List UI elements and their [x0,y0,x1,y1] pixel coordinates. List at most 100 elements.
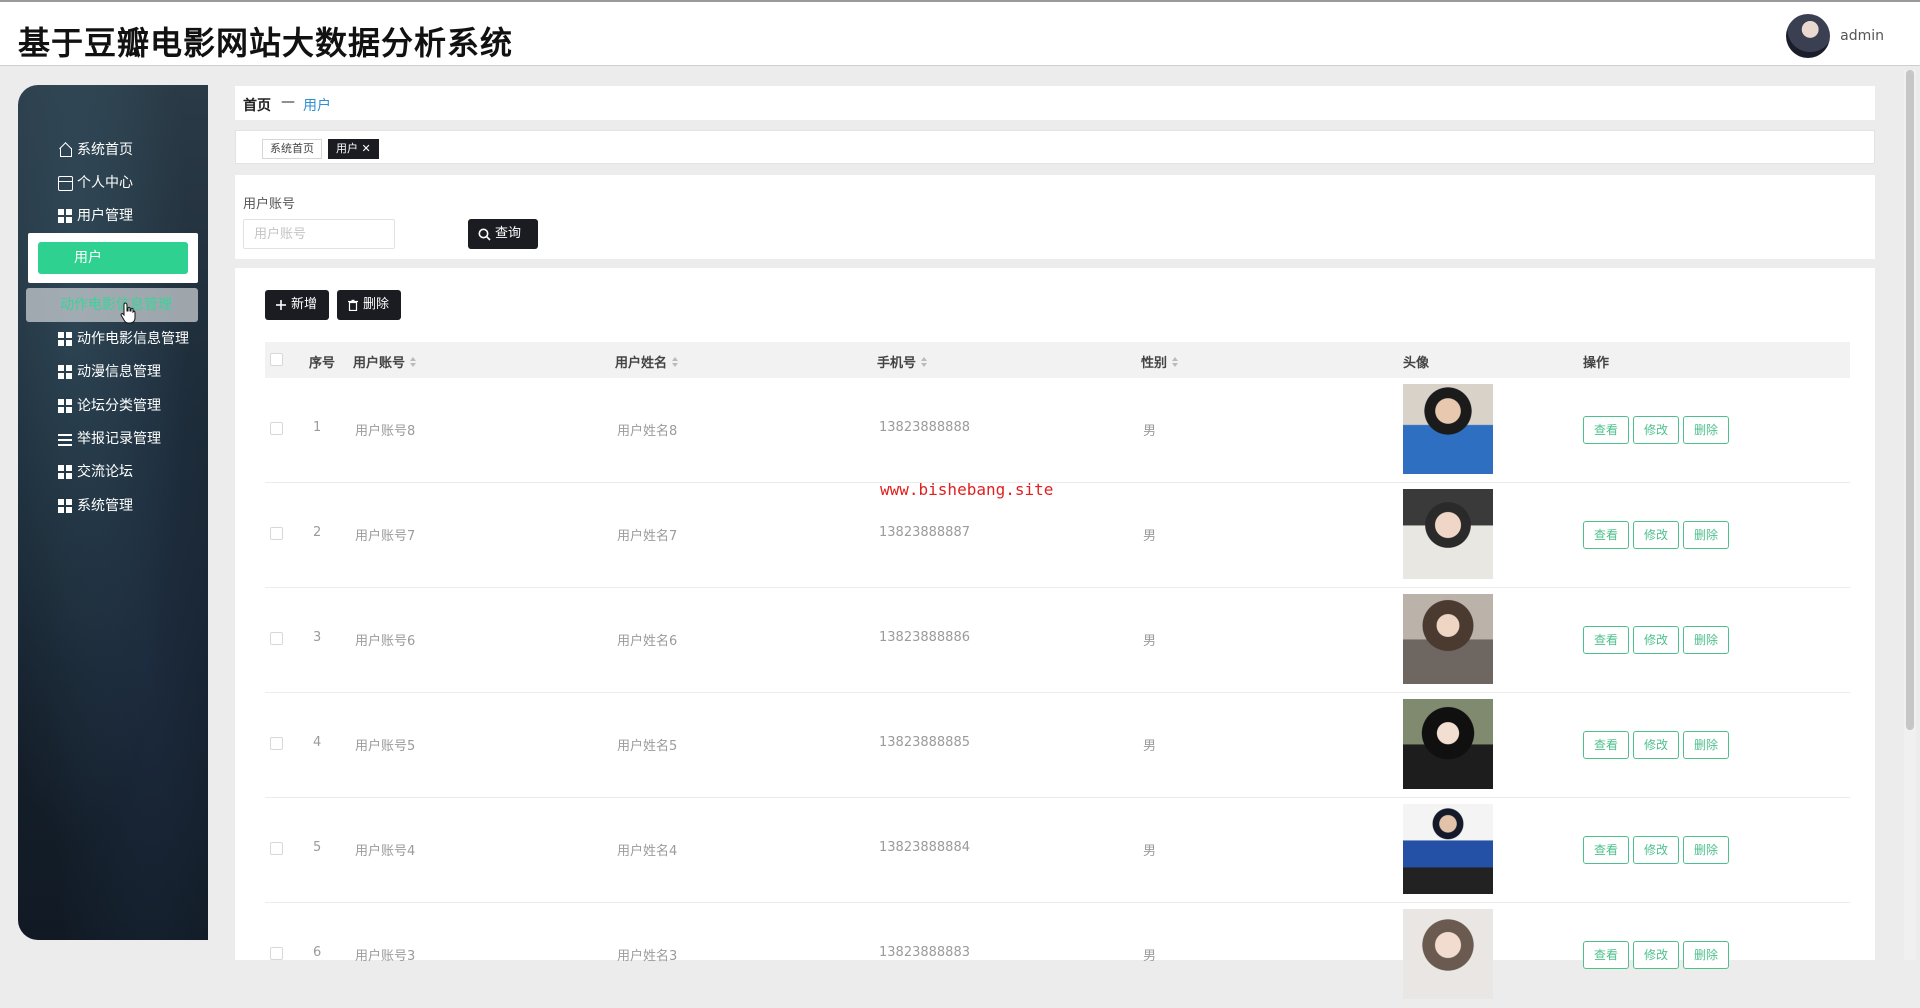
edit-button[interactable]: 修改 [1633,626,1679,654]
grid-icon [58,331,73,347]
column-header-phone[interactable]: 手机号 [877,352,928,371]
submenu-item-user[interactable]: 用户 [38,242,188,274]
cell-index: 3 [313,630,322,645]
scrollbar-thumb[interactable] [1906,70,1914,730]
grid-icon [58,464,73,480]
batch-delete-button[interactable]: 删除 [337,290,401,320]
view-button[interactable]: 查看 [1583,731,1629,759]
sort-icon[interactable] [1172,356,1179,367]
avatar[interactable] [1403,699,1493,789]
avatar[interactable] [1403,594,1493,684]
row-checkbox[interactable] [270,632,283,645]
cell-phone: 13823888886 [879,630,970,645]
view-button[interactable]: 查看 [1583,521,1629,549]
column-header-label: 用户姓名 [615,356,668,371]
add-button-label: 新增 [291,297,318,312]
delete-button[interactable]: 删除 [1683,521,1729,549]
row-checkbox[interactable] [270,947,283,960]
delete-button[interactable]: 删除 [1683,941,1729,969]
grid-icon [58,498,73,514]
delete-button[interactable]: 删除 [1683,731,1729,759]
table-row: 3 用户账号6 用户姓名6 13823888886 男 查看 修改 删除 [265,588,1850,693]
column-header-label: 头像 [1403,356,1430,371]
app-title: 基于豆瓣电影网站大数据分析系统 [18,24,514,62]
cell-index: 4 [313,735,322,750]
sidebar-item-system[interactable]: 系统管理 [58,493,133,519]
cell-gender: 男 [1143,424,1157,439]
edit-button[interactable]: 修改 [1633,521,1679,549]
edit-button[interactable]: 修改 [1633,941,1679,969]
table-header: 序号 用户账号 用户姓名 手机号 性别 头像 操作 [265,342,1850,378]
column-header-account[interactable]: 用户账号 [353,352,417,371]
sidebar-item-action-movies[interactable]: 动作电影信息管理 [58,326,189,352]
tab-user[interactable]: 用户 ✕ [328,139,379,159]
hand-cursor-icon [120,302,136,324]
cell-index: 6 [313,945,322,960]
delete-button[interactable]: 删除 [1683,626,1729,654]
cell-name: 用户姓名4 [617,844,678,859]
cell-phone: 13823888883 [879,945,970,960]
avatar[interactable] [1403,384,1493,474]
tab-home[interactable]: 系统首页 [262,139,322,159]
add-button[interactable]: 新增 [265,290,329,320]
sort-icon[interactable] [410,356,417,367]
page-scrollbar[interactable] [1904,70,1916,960]
row-checkbox[interactable] [270,737,283,750]
sidebar-item-hovered[interactable]: 动作电影信息管理 [26,288,198,322]
delete-button[interactable]: 删除 [1683,836,1729,864]
edit-button[interactable]: 修改 [1633,731,1679,759]
column-header-name[interactable]: 用户姓名 [615,352,679,371]
search-button[interactable]: 查询 [468,219,538,249]
view-button[interactable]: 查看 [1583,836,1629,864]
sidebar-item-user-management[interactable]: 用户管理 [58,203,133,229]
breadcrumb: 首页 — 用户 [235,86,1875,120]
edit-button[interactable]: 修改 [1633,416,1679,444]
cell-name: 用户姓名6 [617,634,678,649]
avatar[interactable] [1403,489,1493,579]
cell-index: 5 [313,840,322,855]
sidebar-item-forum[interactable]: 交流论坛 [58,459,133,485]
column-header-label: 操作 [1583,356,1610,371]
column-header-gender[interactable]: 性别 [1141,352,1179,371]
view-button[interactable]: 查看 [1583,416,1629,444]
sidebar-item-anime[interactable]: 动漫信息管理 [58,359,161,385]
cell-account: 用户账号6 [355,634,416,649]
delete-button[interactable]: 删除 [1683,416,1729,444]
username[interactable]: admin [1840,28,1884,44]
cell-name: 用户姓名8 [617,424,678,439]
cell-phone: 13823888885 [879,735,970,750]
table-row: 5 用户账号4 用户姓名4 13823888884 男 查看 修改 删除 [265,798,1850,903]
row-checkbox[interactable] [270,842,283,855]
search-icon [478,228,491,241]
breadcrumb-home[interactable]: 首页 [243,95,271,115]
row-checkbox[interactable] [270,422,283,435]
view-button[interactable]: 查看 [1583,941,1629,969]
tab-bar: 系统首页 用户 ✕ [235,130,1875,164]
search-input[interactable] [243,219,395,249]
row-checkbox[interactable] [270,527,283,540]
sidebar-item-report-records[interactable]: 举报记录管理 [58,426,161,452]
sidebar-item-home[interactable]: 系统首页 [58,137,133,163]
top-header: 基于豆瓣电影网站大数据分析系统 admin [0,0,1920,66]
sidebar-item-profile[interactable]: 个人中心 [58,170,133,196]
sort-icon[interactable] [672,356,679,367]
column-header-actions: 操作 [1583,352,1609,371]
cell-account: 用户账号5 [355,739,416,754]
cell-index: 1 [313,420,322,435]
select-all-checkbox[interactable] [270,353,283,366]
search-panel: 用户账号 查询 [235,175,1875,259]
grid-icon [58,398,73,414]
sidebar-item-label: 动漫信息管理 [77,364,161,380]
column-header-index: 序号 [309,352,335,371]
cell-name: 用户姓名3 [617,949,678,964]
grid-icon [58,208,73,224]
view-button[interactable]: 查看 [1583,626,1629,654]
sidebar-item-forum-category[interactable]: 论坛分类管理 [58,393,161,419]
sort-icon[interactable] [921,356,928,367]
avatar[interactable] [1403,804,1493,894]
sidebar-item-label: 用户管理 [77,208,133,224]
watermark: www.bishebang.site [880,480,1054,499]
edit-button[interactable]: 修改 [1633,836,1679,864]
avatar[interactable] [1403,909,1493,999]
user-avatar[interactable] [1786,14,1830,58]
